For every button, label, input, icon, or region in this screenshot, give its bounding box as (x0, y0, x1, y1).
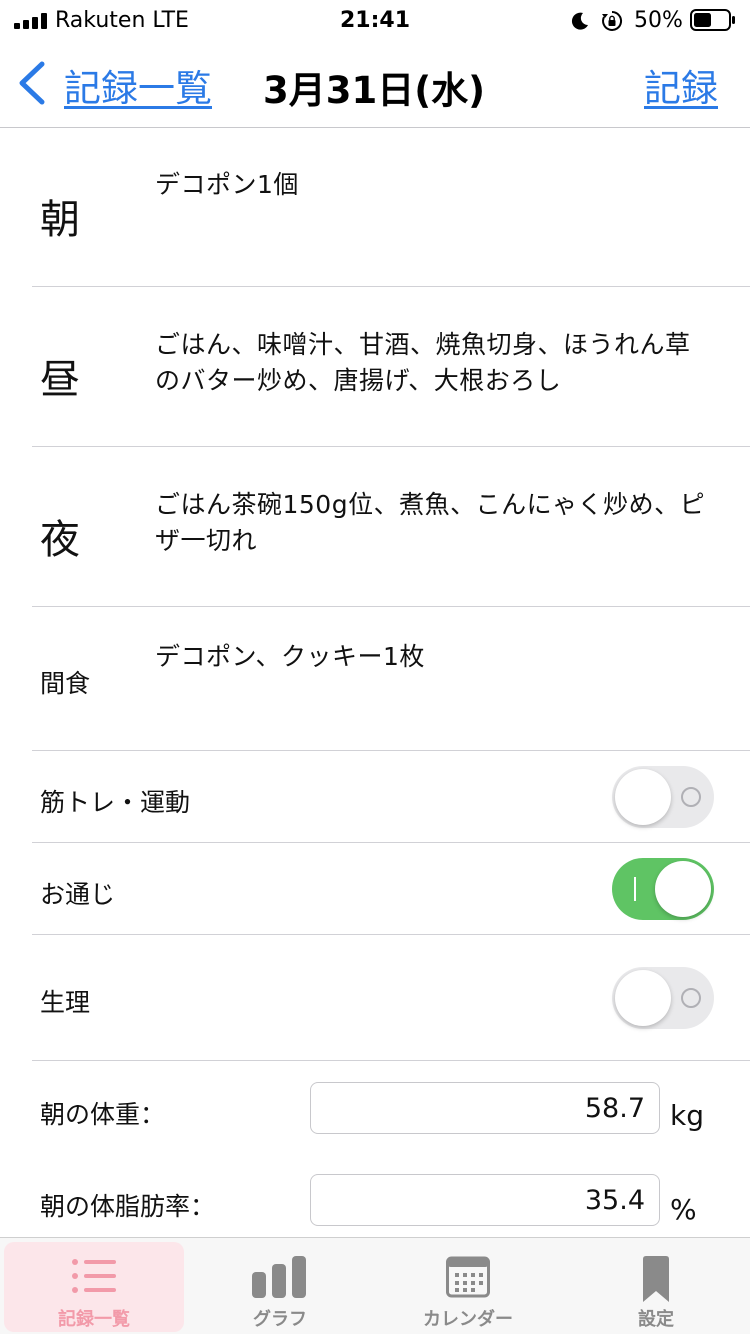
switch-knob (655, 861, 711, 917)
toggle-label: 生理 (40, 988, 91, 1017)
calendar-icon (446, 1256, 490, 1298)
unit-label: % (670, 1193, 697, 1226)
status-bar: Rakuten LTE 21:41 50% (0, 0, 750, 40)
battery-percent: 50% (634, 8, 683, 33)
page-title-text: 3月31日(水) (262, 69, 486, 112)
weight-row: 朝の体重： kg (32, 1061, 750, 1153)
toggle-row-bowel: お通じ (32, 843, 750, 935)
page-title: 3月31日(水) (0, 60, 750, 114)
record-button[interactable]: 記録 (644, 58, 718, 112)
tab-calendar[interactable]: カレンダー (378, 1242, 558, 1332)
navigation-bar: 記録一覧 3月31日(水) 記録 (0, 40, 750, 128)
body-fat-input[interactable] (310, 1174, 660, 1226)
bookmark-icon (643, 1256, 669, 1302)
meal-row-lunch[interactable]: 昼 ごはん、味噌汁、甘酒、焼魚切身、ほうれん草のバター炒め、唐揚げ、大根おろし (32, 287, 750, 447)
switch-on-mark (634, 877, 636, 901)
bar-chart-icon (252, 1256, 306, 1298)
moon-icon (571, 12, 588, 30)
exercise-switch[interactable] (612, 766, 714, 828)
tab-label: グラフ (253, 1309, 307, 1330)
tab-bar: 記録一覧 グラフ カレンダー 設定 (0, 1237, 750, 1334)
period-switch[interactable] (612, 967, 714, 1029)
unit-label: kg (670, 1099, 704, 1132)
input-label: 朝の体重： (40, 1100, 166, 1129)
toggle-label: 筋トレ・運動 (40, 788, 191, 817)
input-label: 朝の体脂肪率： (40, 1192, 216, 1221)
tab-record-list[interactable]: 記録一覧 (4, 1242, 184, 1332)
meal-label: 朝 (40, 197, 80, 243)
toggle-row-period: 生理 (32, 935, 750, 1061)
weight-input[interactable] (310, 1082, 660, 1134)
switch-off-mark (681, 988, 701, 1008)
meal-text[interactable]: デコポン1個 (155, 167, 715, 203)
meal-label: 間食 (40, 669, 91, 698)
meal-label: 昼 (40, 357, 80, 403)
tab-settings[interactable]: 設定 (566, 1242, 746, 1332)
meal-text[interactable]: デコポン、クッキー1枚 (155, 639, 715, 675)
switch-knob (615, 769, 671, 825)
body-fat-row: 朝の体脂肪率： % (32, 1153, 750, 1237)
meal-row-snack[interactable]: 間食 デコポン、クッキー1枚 (32, 607, 750, 751)
tab-label: 設定 (638, 1309, 674, 1330)
battery-icon (690, 9, 735, 31)
meal-row-breakfast[interactable]: 朝 デコポン1個 (32, 129, 750, 287)
tab-label: カレンダー (423, 1309, 513, 1330)
bowel-switch[interactable] (612, 858, 714, 920)
meal-text[interactable]: ごはん、味噌汁、甘酒、焼魚切身、ほうれん草のバター炒め、唐揚げ、大根おろし (155, 327, 715, 399)
tab-graph[interactable]: グラフ (190, 1242, 370, 1332)
record-detail-list[interactable]: 朝 デコポン1個 昼 ごはん、味噌汁、甘酒、焼魚切身、ほうれん草のバター炒め、唐… (0, 129, 750, 1237)
switch-knob (615, 970, 671, 1026)
switch-off-mark (681, 787, 701, 807)
meal-label: 夜 (40, 517, 80, 563)
meal-row-dinner[interactable]: 夜 ごはん茶碗150g位、煮魚、こんにゃく炒め、ピザ一切れ (32, 447, 750, 607)
toggle-row-exercise: 筋トレ・運動 (32, 751, 750, 843)
list-icon (72, 1259, 116, 1293)
meal-text[interactable]: ごはん茶碗150g位、煮魚、こんにゃく炒め、ピザ一切れ (155, 487, 715, 559)
toggle-label: お通じ (40, 880, 116, 909)
orientation-lock-icon (602, 10, 623, 31)
tab-label: 記録一覧 (58, 1309, 130, 1330)
